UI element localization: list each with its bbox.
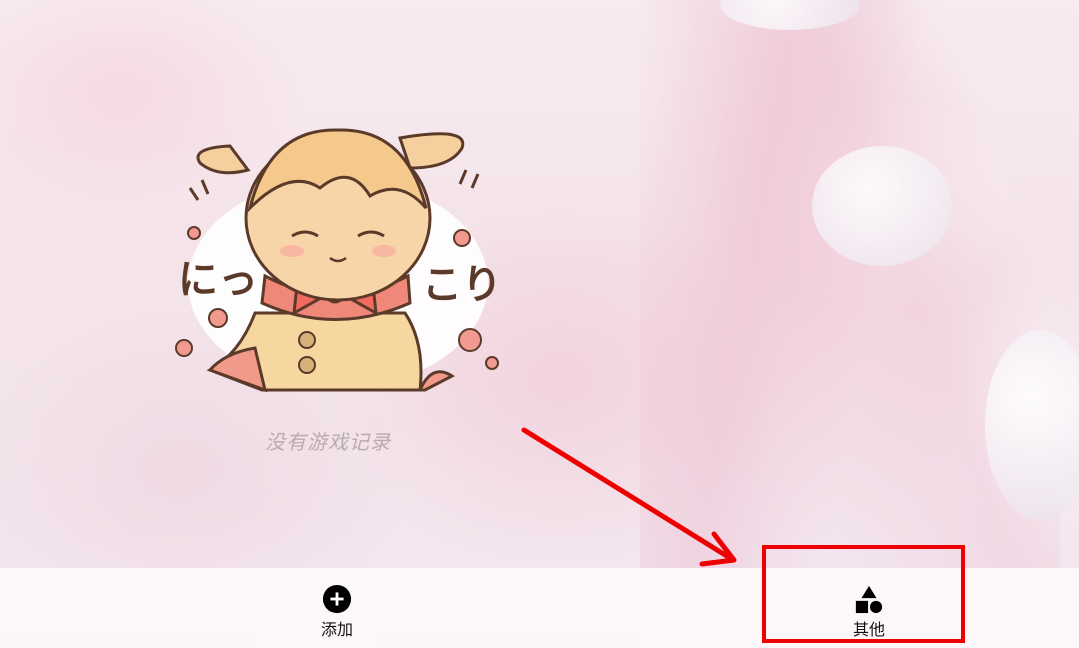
background-orb <box>812 146 952 266</box>
nav-add-button[interactable]: 添加 <box>297 584 377 640</box>
nav-add-label: 添加 <box>320 620 353 639</box>
annotation-arrow <box>521 427 737 567</box>
mascot-text-right: こり <box>422 262 502 308</box>
mascot-text-left: にっ <box>178 257 258 303</box>
plus-circle-icon <box>322 584 352 614</box>
empty-state: にっ こり <box>170 108 510 393</box>
annotation-highlight-box <box>762 545 965 643</box>
mascot-image: にっ こり <box>175 128 502 393</box>
empty-state-message: 没有游戏记录 <box>265 430 391 454</box>
